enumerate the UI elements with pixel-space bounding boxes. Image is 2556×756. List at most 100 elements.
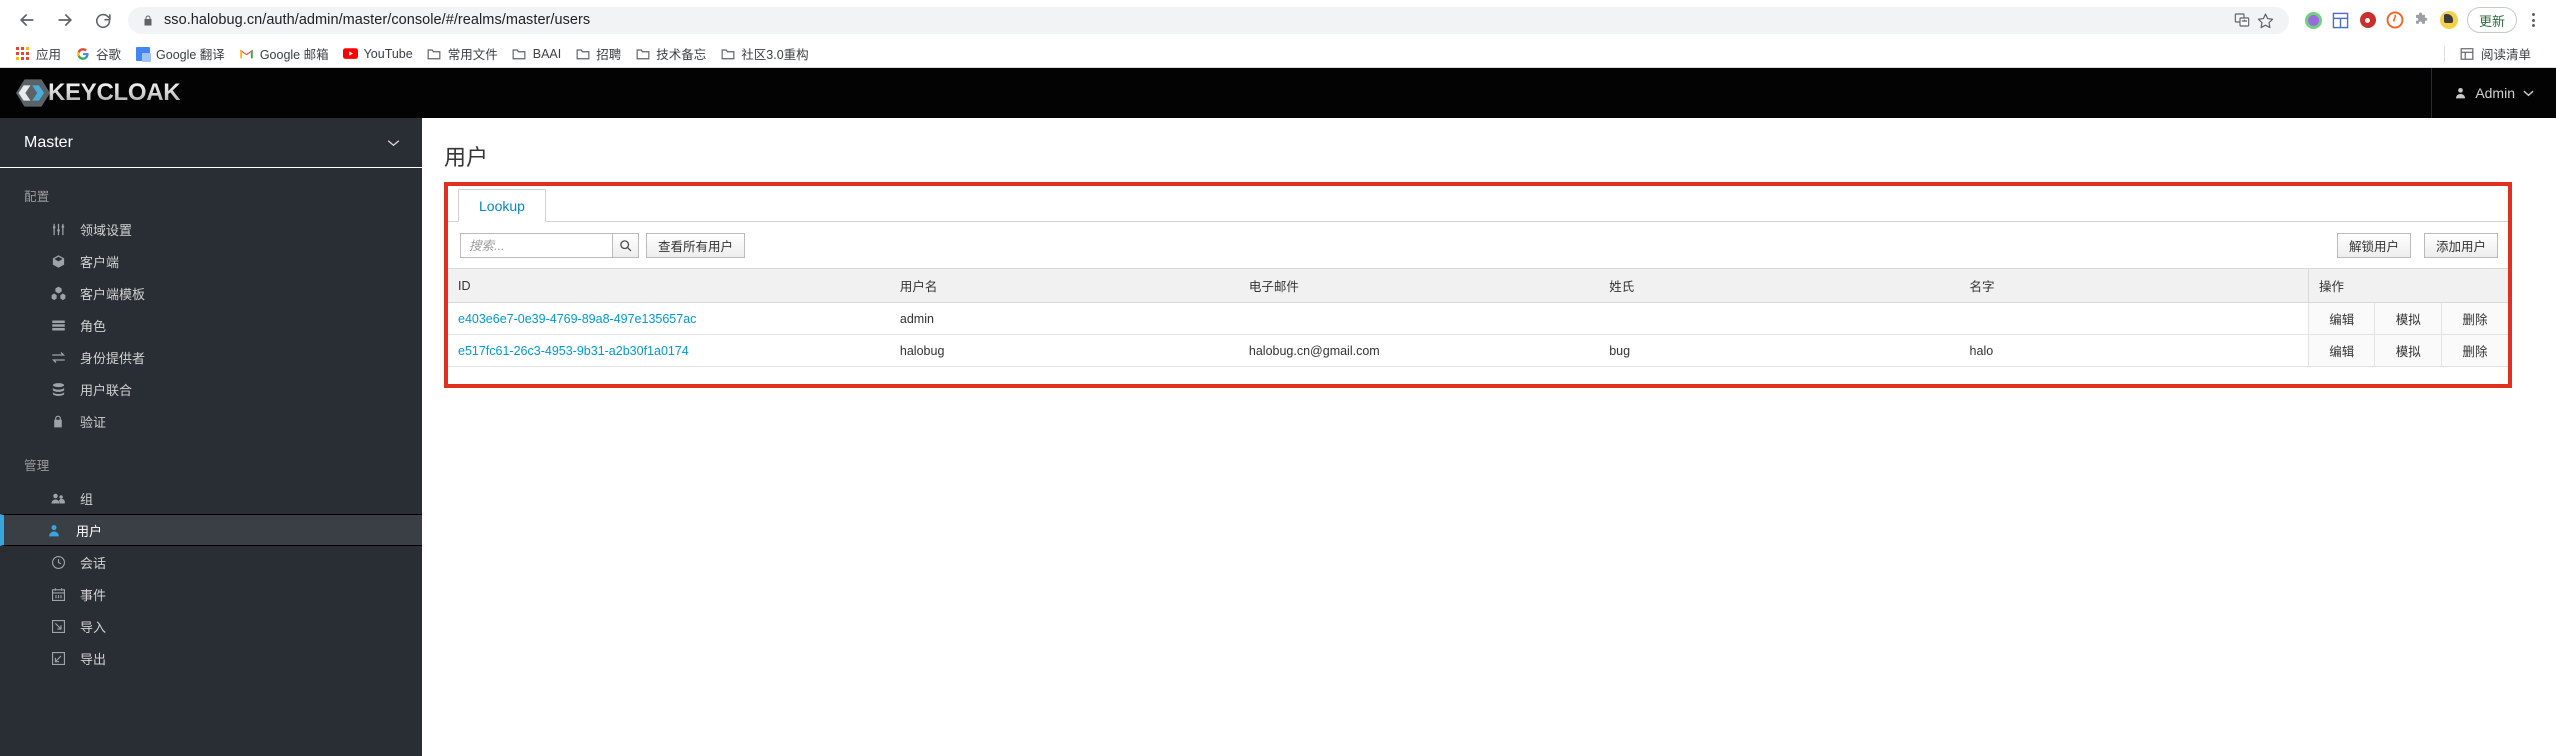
cell-email (1238, 302, 1600, 335)
table-header-row: ID 用户名 电子邮件 姓氏 名字 操作 (448, 268, 2508, 303)
sidebar-item-label: 用户联合 (80, 382, 133, 398)
extension-grid-icon[interactable] (2328, 7, 2354, 33)
reload-icon[interactable] (84, 1, 122, 39)
col-header-first-name[interactable]: 名字 (1959, 268, 2309, 303)
update-button[interactable]: 更新 (2466, 7, 2517, 33)
extension-avatar-icon[interactable] (2436, 7, 2462, 33)
bookmark-apps[interactable]: 应用 (8, 41, 68, 66)
sidebar-item-export[interactable]: 导出 (0, 642, 422, 674)
col-header-last-name[interactable]: 姓氏 (1599, 268, 1960, 303)
reading-list-area: 阅读清单 (2443, 41, 2548, 66)
browser-chrome: sso.halobug.cn/auth/admin/master/console… (0, 0, 2556, 68)
reading-list-button[interactable]: 阅读清单 (2453, 41, 2538, 66)
table-row: e517fc61-26c3-4953-9b31-a2b30f1a0174 hal… (448, 334, 2508, 367)
sidebar-item-sessions[interactable]: 会话 (0, 546, 422, 578)
delete-button[interactable]: 删除 (2440, 334, 2508, 367)
user-id-link[interactable]: e403e6e7-0e39-4769-89a8-497e135657ac (458, 312, 696, 326)
extension-orange-ring-icon[interactable] (2382, 7, 2408, 33)
extension-red-dot-icon[interactable] (2355, 7, 2381, 33)
impersonate-button[interactable]: 模拟 (2374, 334, 2442, 367)
translate-icon[interactable] (2231, 9, 2253, 31)
lock-icon (142, 14, 154, 27)
bookmark-label: 常用文件 (447, 48, 498, 62)
sidebar-item-label: 身份提供者 (80, 350, 146, 366)
add-user-button[interactable]: 添加用户 (2423, 233, 2498, 258)
folder-icon (635, 46, 650, 61)
cell-last-name: bug (1599, 334, 1960, 367)
extension-purple-circle-icon[interactable] (2301, 7, 2327, 33)
search-input[interactable] (460, 233, 612, 258)
sidebar-item-authentication[interactable]: 验证 (0, 405, 422, 437)
bookmarks-bar: 应用 谷歌 Google 翻译 Google 邮箱 YouTube 常用文件 B… (0, 40, 2556, 68)
bookmark-label: 谷歌 (96, 48, 122, 62)
sidebar-item-import[interactable]: 导入 (0, 610, 422, 642)
cell-last-name (1599, 302, 1960, 335)
cell-id: e517fc61-26c3-4953-9b31-a2b30f1a0174 (448, 334, 890, 367)
forward-arrow-icon[interactable] (46, 1, 84, 39)
sidebar-item-label: 事件 (80, 587, 107, 603)
impersonate-button[interactable]: 模拟 (2374, 302, 2442, 335)
exchange-icon (50, 349, 66, 365)
sidebar-item-identity-providers[interactable]: 身份提供者 (0, 341, 422, 373)
star-icon[interactable] (2255, 9, 2277, 31)
back-arrow-icon[interactable] (8, 1, 46, 39)
keycloak-logo[interactable]: KEYCLOAK (16, 76, 181, 110)
bookmark-google[interactable]: 谷歌 (68, 41, 128, 66)
list-icon (50, 317, 66, 333)
bookmark-youtube[interactable]: YouTube (336, 43, 420, 64)
sidebar-item-client-templates[interactable]: 客户端模板 (0, 277, 422, 309)
sidebar-item-clients[interactable]: 客户端 (0, 245, 422, 277)
sidebar-section-manage: 管理 组 用户 会话 事件 导入 导出 (0, 437, 422, 674)
cell-username: halobug (889, 334, 1239, 367)
sidebar-item-label: 领域设置 (80, 222, 133, 238)
users-group-icon (50, 490, 66, 506)
main-content: 用户 Lookup 查看所有用户 解锁用户 添加用户 (422, 118, 2556, 756)
bookmark-folder-zhaopin[interactable]: 招聘 (568, 41, 628, 66)
sidebar-item-realm-settings[interactable]: 领域设置 (0, 213, 422, 245)
col-header-email[interactable]: 电子邮件 (1238, 268, 1600, 303)
user-id-link[interactable]: e517fc61-26c3-4953-9b31-a2b30f1a0174 (458, 344, 689, 358)
search-icon[interactable] (612, 233, 639, 258)
cube-icon (50, 253, 66, 269)
realm-selector[interactable]: Master (0, 118, 422, 168)
col-header-username[interactable]: 用户名 (889, 268, 1239, 303)
extension-puzzle-icon[interactable] (2409, 7, 2435, 33)
address-bar[interactable]: sso.halobug.cn/auth/admin/master/console… (128, 6, 2289, 34)
youtube-icon (342, 46, 358, 61)
user-menu[interactable]: Admin (2431, 68, 2556, 118)
bookmark-label: 应用 (36, 48, 62, 62)
bookmark-gmail[interactable]: Google 邮箱 (232, 41, 336, 66)
sidebar-item-users[interactable]: 用户 (0, 514, 422, 546)
bookmark-folder-shequ3[interactable]: 社区3.0重构 (713, 41, 815, 66)
bookmark-folder-changyongwenjian[interactable]: 常用文件 (420, 41, 505, 66)
cell-username: admin (889, 302, 1239, 335)
users-table: ID 用户名 电子邮件 姓氏 名字 操作 e403e6e7-0e39-4769-… (448, 268, 2508, 367)
sidebar-section-configure: 配置 领域设置 客户端 客户端模板 角色 身份提供者 用户联合 验证 (0, 168, 422, 437)
bookmark-label: Google 邮箱 (259, 48, 329, 62)
view-all-users-button[interactable]: 查看所有用户 (646, 233, 746, 258)
edit-button[interactable]: 编辑 (2308, 334, 2375, 367)
reading-list-icon (2460, 46, 2475, 61)
google-icon (75, 46, 90, 61)
sidebar-item-groups[interactable]: 组 (0, 482, 422, 514)
unlock-users-button[interactable]: 解锁用户 (2336, 233, 2411, 258)
realm-name: Master (24, 133, 73, 151)
calendar-icon (50, 586, 66, 602)
kebab-menu-icon[interactable] (2518, 5, 2548, 35)
tab-lookup[interactable]: Lookup (458, 189, 546, 222)
folder-icon (427, 46, 442, 61)
col-header-id[interactable]: ID (448, 268, 890, 303)
sidebar-item-user-federation[interactable]: 用户联合 (0, 373, 422, 405)
export-arrow-icon (50, 650, 66, 666)
cell-email: halobug.cn@gmail.com (1238, 334, 1600, 367)
bookmark-folder-jishubeiwang[interactable]: 技术备忘 (628, 41, 713, 66)
edit-button[interactable]: 编辑 (2308, 302, 2375, 335)
delete-button[interactable]: 删除 (2440, 302, 2508, 335)
sidebar-item-label: 角色 (80, 318, 107, 334)
sidebar-item-roles[interactable]: 角色 (0, 309, 422, 341)
sidebar-item-events[interactable]: 事件 (0, 578, 422, 610)
sidebar-item-label: 客户端 (80, 254, 120, 270)
sidebar-item-label: 组 (80, 491, 94, 507)
bookmark-folder-baai[interactable]: BAAI (505, 43, 569, 64)
bookmark-google-translate[interactable]: Google 翻译 (128, 41, 232, 66)
